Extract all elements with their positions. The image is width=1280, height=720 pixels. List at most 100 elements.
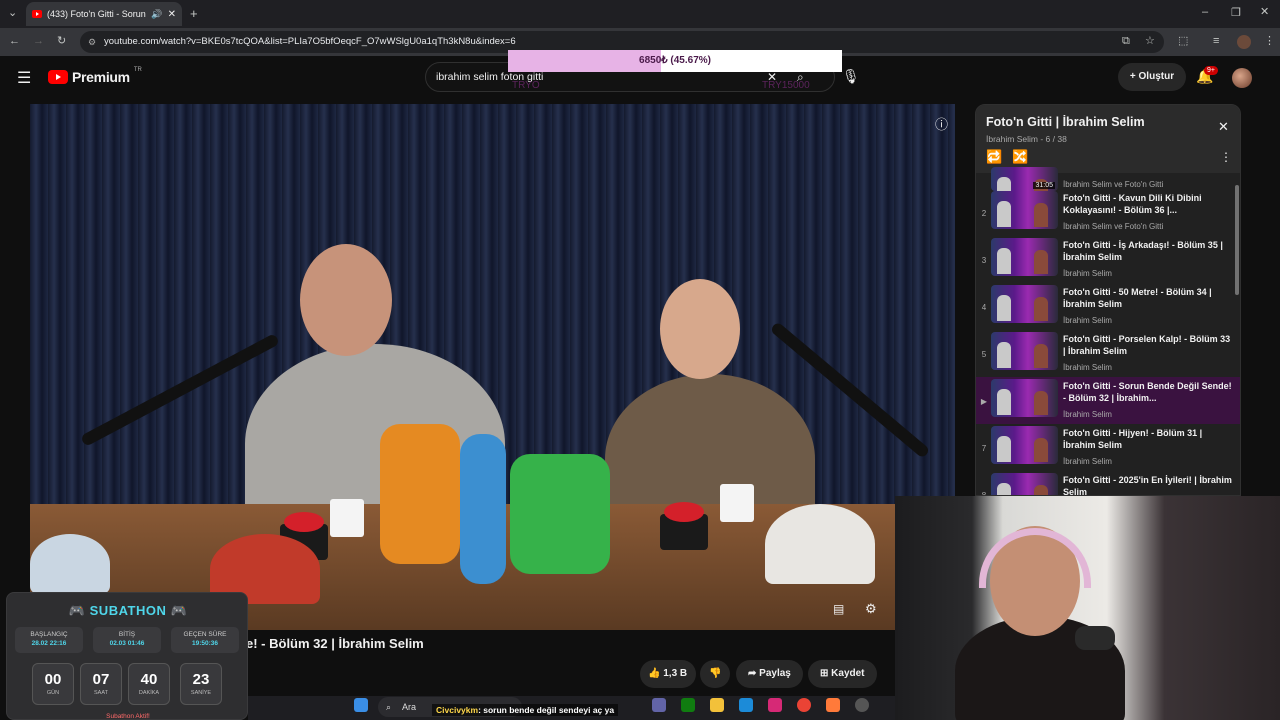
edge-icon[interactable] [739, 698, 753, 712]
thumbs-down-icon: 👎 [709, 668, 722, 679]
gamepad-icon: 🎮 [170, 603, 188, 618]
cast-icon[interactable]: ⧉ [1122, 36, 1130, 47]
subathon-status: Subathon Aktif! [106, 713, 150, 720]
hamburger-menu-icon[interactable]: ☰ [17, 68, 31, 88]
teams-icon[interactable] [652, 698, 666, 712]
video-info-icon[interactable]: ⓘ [935, 114, 948, 133]
video-player[interactable]: ⓘ ▤ ⚙ [30, 104, 955, 630]
end-value: 02.03 01:46 [109, 640, 145, 647]
playlist-subtitle: İbrahim Selim - 6 / 38 [986, 134, 1067, 144]
playlist-position: 6 / 38 [1045, 134, 1067, 144]
playlist-item-current[interactable]: ▶ Foto'n Gitti - Sorun Bende Değil Sende!… [976, 377, 1240, 424]
back-icon[interactable]: ← [9, 36, 20, 47]
account-avatar[interactable] [1232, 68, 1252, 88]
gamepad-icon: 🎮 [68, 603, 86, 618]
obs-icon[interactable] [855, 698, 869, 712]
browser-tab-active[interactable]: (433) Foto'n Gitti - Sorun Be 🔊 ✕ [26, 2, 182, 26]
playlist-item-title: Foto'n Gitti - İş Arkadaşı! - Bölüm 35 |… [1063, 240, 1223, 262]
playlist-item-channel: İbrahim Selim [1063, 316, 1112, 325]
video-title: e! - Bölüm 32 | İbrahim Selim [246, 636, 424, 651]
region-label: TR [133, 67, 142, 73]
windows-start-icon[interactable] [354, 698, 368, 712]
browser-tab-strip: ⌄ (433) Foto'n Gitti - Sorun Be 🔊 ✕ + – … [0, 0, 1280, 28]
orange-figure [380, 424, 460, 564]
playlist-thumbnail [991, 426, 1058, 464]
stream-chat-message: Civcivykm: sorun bende değil sendeyi aç … [432, 704, 619, 716]
playlist-close-icon[interactable]: ✕ [1218, 119, 1229, 135]
playlist-scrollbar[interactable] [1235, 185, 1239, 295]
create-button[interactable]: + Oluştur [1118, 63, 1186, 91]
host-male-head [300, 244, 392, 356]
save-button[interactable]: ⊞ Kaydet [808, 660, 877, 688]
youtube-favicon-icon [32, 10, 42, 18]
maximize-icon[interactable]: ❐ [1231, 8, 1241, 19]
end-label: BİTİŞ [118, 631, 136, 638]
start-label: BAŞLANGIÇ [30, 631, 68, 638]
playlist-channel[interactable]: İbrahim Selim [986, 134, 1038, 144]
playlist-item[interactable]: 4 Foto'n Gitti - 50 Metre! - Bölüm 34 | İ… [976, 283, 1240, 330]
playlist-item[interactable]: 8 Foto'n Gitti - 2025'in En İyileri! | İb… [976, 471, 1240, 496]
green-figure [510, 454, 610, 574]
playlist-item[interactable]: 5 Foto'n Gitti - Porselen Kalp! - Bölüm 3… [976, 330, 1240, 377]
like-button[interactable]: 👍 1,3 B [640, 660, 696, 688]
instagram-icon[interactable] [768, 698, 782, 712]
tab-close-icon[interactable]: ✕ [168, 9, 176, 20]
voice-search-icon[interactable]: 🎙 [842, 68, 860, 85]
knit-doll [460, 434, 506, 584]
countdown-minutes-label: DAKİKA [138, 690, 160, 696]
playlist-thumbnail [991, 379, 1058, 417]
playlist-item[interactable]: 2 Foto'n Gitti - Kavun Dili Ki Dibini Kok… [976, 189, 1240, 236]
mug-left [330, 499, 364, 537]
playlist-item[interactable]: 7 Foto'n Gitti - Hijyen! - Bölüm 31 | İbr… [976, 424, 1240, 471]
file-explorer-icon[interactable] [710, 698, 724, 712]
thumbs-up-icon: 👍 [648, 668, 661, 679]
elapsed-value: 19:50:36 [191, 640, 219, 647]
like-count: 1,3 B [663, 668, 688, 679]
playlist-item-channel: İbrahim Selim [1063, 363, 1112, 372]
start-value: 28.02 22:16 [31, 640, 67, 647]
new-tab-icon[interactable]: + [190, 7, 198, 20]
youtube-logo-icon [48, 70, 68, 84]
forward-icon[interactable]: → [33, 36, 44, 47]
share-button[interactable]: ➦ Paylaş [736, 660, 803, 688]
goal-progress-text: 6850₺ (45.67%) [639, 55, 711, 66]
countdown-minutes-value: 40 [140, 671, 158, 688]
bookmark-star-icon[interactable]: ☆ [1145, 36, 1155, 47]
playlist-item-title: Foto'n Gitti - Kavun Dili Ki Dibini Kokl… [1063, 193, 1202, 215]
tab-audio-icon[interactable]: 🔊 [151, 9, 162, 20]
app-icon[interactable] [826, 698, 840, 712]
mug-right [720, 484, 754, 522]
chrome-menu-icon[interactable]: ⋮ [1264, 36, 1275, 47]
playlist-item-index: 2 [981, 209, 987, 218]
youtube-premium-logo[interactable]: Premium TR [48, 67, 142, 85]
site-info-icon[interactable]: ⚙ [88, 31, 96, 53]
subtitles-icon[interactable]: ▤ [833, 602, 844, 616]
minimize-icon[interactable]: – [1202, 7, 1208, 18]
playlist-item-channel: İbrahim Selim [1063, 269, 1112, 278]
dislike-button[interactable]: 👎 [700, 660, 730, 688]
countdown-days-value: 00 [44, 671, 62, 688]
extensions-icon[interactable]: ⬚ [1178, 36, 1188, 47]
playlist-thumbnail: 31:05 [991, 167, 1058, 191]
playlist-title[interactable]: Foto'n Gitti | İbrahim Selim [986, 115, 1145, 129]
countdown-hours: 07 SAAT [80, 663, 122, 705]
playlist-item-title: Foto'n Gitti - Sorun Bende Değil Sende! … [1063, 381, 1232, 403]
chrome-icon[interactable] [797, 698, 811, 712]
notification-count-badge: 9+ [1204, 66, 1218, 75]
playlist-item[interactable]: 3 Foto'n Gitti - İş Arkadaşı! - Bölüm 35 … [976, 236, 1240, 283]
media-controls-icon[interactable]: ≡ [1213, 36, 1219, 47]
donation-goal-bar: 6850₺ (45.67%) [508, 50, 842, 72]
window-close-icon[interactable]: ✕ [1260, 7, 1269, 18]
profile-icon[interactable] [1237, 35, 1251, 49]
playlist-item-title: Foto'n Gitti - Porselen Kalp! - Bölüm 33… [1063, 334, 1231, 356]
countdown-hours-label: SAAT [94, 690, 108, 696]
video-settings-icon[interactable]: ⚙ [865, 601, 877, 617]
countdown-seconds-value: 23 [192, 671, 210, 688]
playlist-item-title: Foto'n Gitti - 50 Metre! - Bölüm 34 | İb… [1063, 287, 1212, 309]
chat-username: Civcivykm [436, 705, 479, 715]
xbox-icon[interactable] [681, 698, 695, 712]
tab-list-icon[interactable]: ⌄ [8, 8, 17, 19]
share-label: Paylaş [759, 668, 791, 679]
playlist-item-title: Foto'n Gitti - 2025'in En İyileri! | İbr… [1063, 475, 1232, 496]
reload-icon[interactable]: ↻ [57, 36, 66, 47]
